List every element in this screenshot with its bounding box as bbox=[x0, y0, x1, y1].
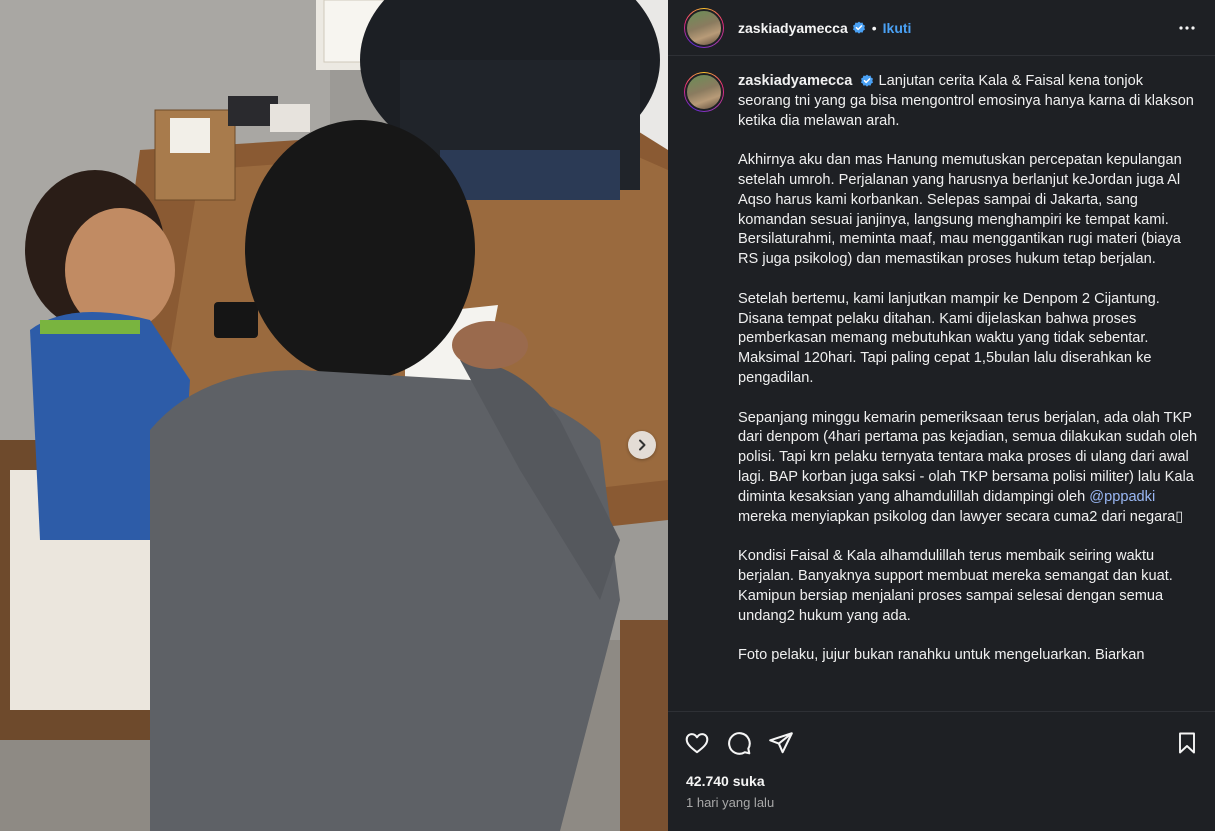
chevron-right-icon bbox=[639, 439, 646, 451]
heart-icon[interactable] bbox=[684, 730, 710, 756]
avatar[interactable] bbox=[684, 7, 724, 48]
caption-row: zaskiadyamecca Lanjutan cerita Kala & Fa… bbox=[684, 72, 1199, 686]
caption-paragraph-4: Sepanjang minggu kemarin pemeriksaan ter… bbox=[738, 409, 1198, 528]
post-photo[interactable] bbox=[0, 0, 668, 831]
post-dialog: zaskiadyamecca • Ikuti zaskiadyamecca La… bbox=[0, 0, 1215, 831]
caption-paragraph-4-end: mereka menyiapkan psikolog dan lawyer se… bbox=[738, 508, 1184, 525]
caption-paragraph-2: Akhirnya aku dan mas Hanung memutuskan p… bbox=[738, 152, 1182, 268]
header-username[interactable]: zaskiadyamecca bbox=[738, 20, 848, 36]
send-icon[interactable] bbox=[768, 730, 794, 756]
caption-paragraph-1: zaskiadyamecca Lanjutan cerita Kala & Fa… bbox=[738, 73, 1194, 129]
post-photo-image bbox=[0, 0, 668, 831]
avatar-image bbox=[685, 73, 723, 111]
post-timestamp[interactable]: 1 hari yang lalu bbox=[668, 795, 1215, 831]
next-image-button[interactable] bbox=[628, 431, 656, 459]
verified-badge-icon bbox=[852, 21, 866, 35]
caption-section: zaskiadyamecca Lanjutan cerita Kala & Fa… bbox=[668, 56, 1215, 711]
caption-text: zaskiadyamecca Lanjutan cerita Kala & Fa… bbox=[738, 72, 1198, 686]
caption-paragraph-6: Foto pelaku, jujur bukan ranahku untuk m… bbox=[738, 647, 1145, 664]
separator-dot: • bbox=[871, 19, 877, 36]
verified-badge-icon bbox=[860, 74, 874, 88]
comment-icon[interactable] bbox=[726, 730, 752, 756]
caption-username[interactable]: zaskiadyamecca bbox=[738, 73, 852, 89]
follow-button[interactable]: Ikuti bbox=[883, 20, 912, 36]
more-horizontal-icon[interactable] bbox=[1175, 16, 1199, 40]
bookmark-icon[interactable] bbox=[1175, 731, 1199, 755]
likes-count[interactable]: 42.740 suka bbox=[668, 773, 1215, 795]
caption-paragraph-5: Kondisi Faisal & Kala alhamdulillah teru… bbox=[738, 548, 1173, 624]
caption-paragraph-3: Setelah bertemu, kami lanjutkan mampir k… bbox=[738, 290, 1160, 386]
mention-link[interactable]: @pppadki bbox=[1089, 489, 1155, 505]
post-side-panel: zaskiadyamecca • Ikuti zaskiadyamecca La… bbox=[668, 0, 1215, 831]
caption-avatar[interactable] bbox=[684, 72, 724, 112]
avatar-image bbox=[685, 8, 723, 47]
action-bar bbox=[668, 711, 1215, 773]
post-header: zaskiadyamecca • Ikuti bbox=[668, 0, 1215, 56]
